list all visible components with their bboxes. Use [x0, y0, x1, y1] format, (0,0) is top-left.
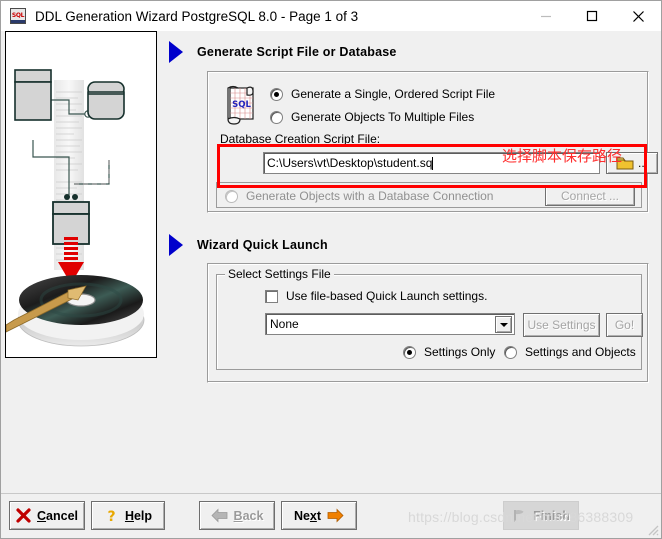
- window-title: DDL Generation Wizard PostgreSQL 8.0 - P…: [35, 8, 359, 24]
- next-button-label-a: Ne: [293, 508, 310, 523]
- svg-text:?: ?: [107, 509, 115, 524]
- wizard-illustration: [5, 31, 157, 358]
- radio-single-script-file-indicator[interactable]: [270, 87, 283, 101]
- arrow-left-icon: [210, 508, 227, 523]
- checkbox-file-based-quick-launch[interactable]: Use file-based Quick Launch settings.: [265, 289, 487, 303]
- radio-settings-and-objects-indicator[interactable]: [504, 345, 517, 359]
- checkbox-file-based-quick-launch-indicator[interactable]: [265, 289, 278, 303]
- go-button[interactable]: Go!: [606, 313, 643, 337]
- x-icon: [16, 508, 31, 523]
- radio-multiple-files-label: Generate Objects To Multiple Files: [291, 110, 475, 124]
- chevron-down-icon[interactable]: [495, 316, 512, 333]
- help-button-label-rest: elp: [133, 508, 153, 523]
- wizard-window: SQL DDL Generation Wizard PostgreSQL 8.0…: [0, 0, 662, 539]
- use-settings-button[interactable]: Use Settings: [523, 313, 600, 337]
- script-file-input-value: C:\Users\vt\Desktop\student.sq: [267, 156, 433, 170]
- watermark-text: https://blog.csdn.net/ma286388309: [408, 509, 634, 525]
- db-connection-box: Generate Objects with a Database Connect…: [216, 182, 642, 208]
- radio-db-connection-label: Generate Objects with a Database Connect…: [246, 189, 494, 203]
- quick-launch-section-header: Wizard Quick Launch: [169, 234, 328, 256]
- cancel-button-label-rest: ancel: [46, 508, 78, 523]
- radio-settings-and-objects[interactable]: Settings and Objects: [504, 345, 636, 359]
- triangle-marker-icon: [169, 234, 183, 256]
- title-bar: SQL DDL Generation Wizard PostgreSQL 8.0…: [1, 1, 661, 31]
- radio-settings-only-label: Settings Only: [424, 345, 496, 359]
- settings-file-select[interactable]: None: [265, 313, 515, 335]
- go-button-label: Go!: [614, 318, 635, 332]
- next-button[interactable]: Next: [281, 501, 357, 530]
- annotation-text: 选择脚本保存路径: [502, 147, 623, 165]
- maximize-icon[interactable]: [569, 1, 615, 31]
- resize-grip-icon[interactable]: [645, 522, 659, 536]
- radio-db-connection-indicator[interactable]: [225, 189, 238, 203]
- database-diagram-to-cd-illustration: [6, 69, 145, 347]
- arrow-right-icon: [327, 508, 344, 523]
- question-icon: ?: [107, 509, 115, 524]
- radio-single-script-file-label: Generate a Single, Ordered Script File: [291, 87, 496, 101]
- help-button[interactable]: ? Help: [91, 501, 165, 530]
- settings-file-group: Select Settings File Use file-based Quic…: [216, 267, 643, 370]
- sql-scroll-icon: SQL: [10, 8, 26, 24]
- back-button-label-rest: ack: [242, 508, 264, 523]
- generate-options-box: SQL Generate a Single, Ordered Script Fi…: [207, 71, 658, 213]
- quick-launch-box: Select Settings File Use file-based Quic…: [207, 263, 649, 383]
- connect-button-label: Connect ...: [560, 189, 620, 203]
- text-caret: [432, 156, 434, 170]
- radio-multiple-files-indicator[interactable]: [270, 110, 283, 124]
- radio-multiple-files[interactable]: Generate Objects To Multiple Files: [270, 110, 474, 124]
- script-file-label: Database Creation Script File:: [220, 132, 381, 146]
- triangle-marker-icon: [169, 41, 183, 63]
- back-button[interactable]: Back: [199, 501, 275, 530]
- settings-file-group-legend: Select Settings File: [225, 267, 334, 281]
- window-controls: [523, 1, 661, 31]
- radio-db-connection[interactable]: Generate Objects with a Database Connect…: [225, 189, 493, 203]
- connect-button[interactable]: Connect ...: [545, 186, 635, 206]
- generate-section-title: Generate Script File or Database: [197, 45, 397, 59]
- cancel-button[interactable]: Cancel: [9, 501, 85, 530]
- settings-file-select-value: None: [270, 317, 299, 331]
- minimize-icon[interactable]: [523, 1, 569, 31]
- close-icon[interactable]: [615, 1, 661, 31]
- svg-text:SQL: SQL: [232, 100, 251, 110]
- radio-settings-only[interactable]: Settings Only: [403, 345, 495, 359]
- app-icon-label: SQL: [11, 12, 25, 19]
- generate-section-header: Generate Script File or Database: [169, 41, 397, 63]
- wizard-content-panel: Generate Script File or Database SQL Gen…: [169, 31, 658, 383]
- radio-settings-and-objects-label: Settings and Objects: [525, 345, 636, 359]
- use-settings-button-label: Use Settings: [527, 318, 596, 332]
- checkbox-file-based-quick-launch-label: Use file-based Quick Launch settings.: [286, 289, 488, 303]
- quick-launch-section-title: Wizard Quick Launch: [197, 238, 328, 252]
- next-button-label-b: t: [316, 508, 322, 523]
- radio-single-script-file[interactable]: Generate a Single, Ordered Script File: [270, 87, 495, 101]
- sql-scroll-icon: SQL: [222, 84, 260, 126]
- browse-file-button-label: ...: [637, 156, 648, 170]
- radio-settings-only-indicator[interactable]: [403, 345, 416, 359]
